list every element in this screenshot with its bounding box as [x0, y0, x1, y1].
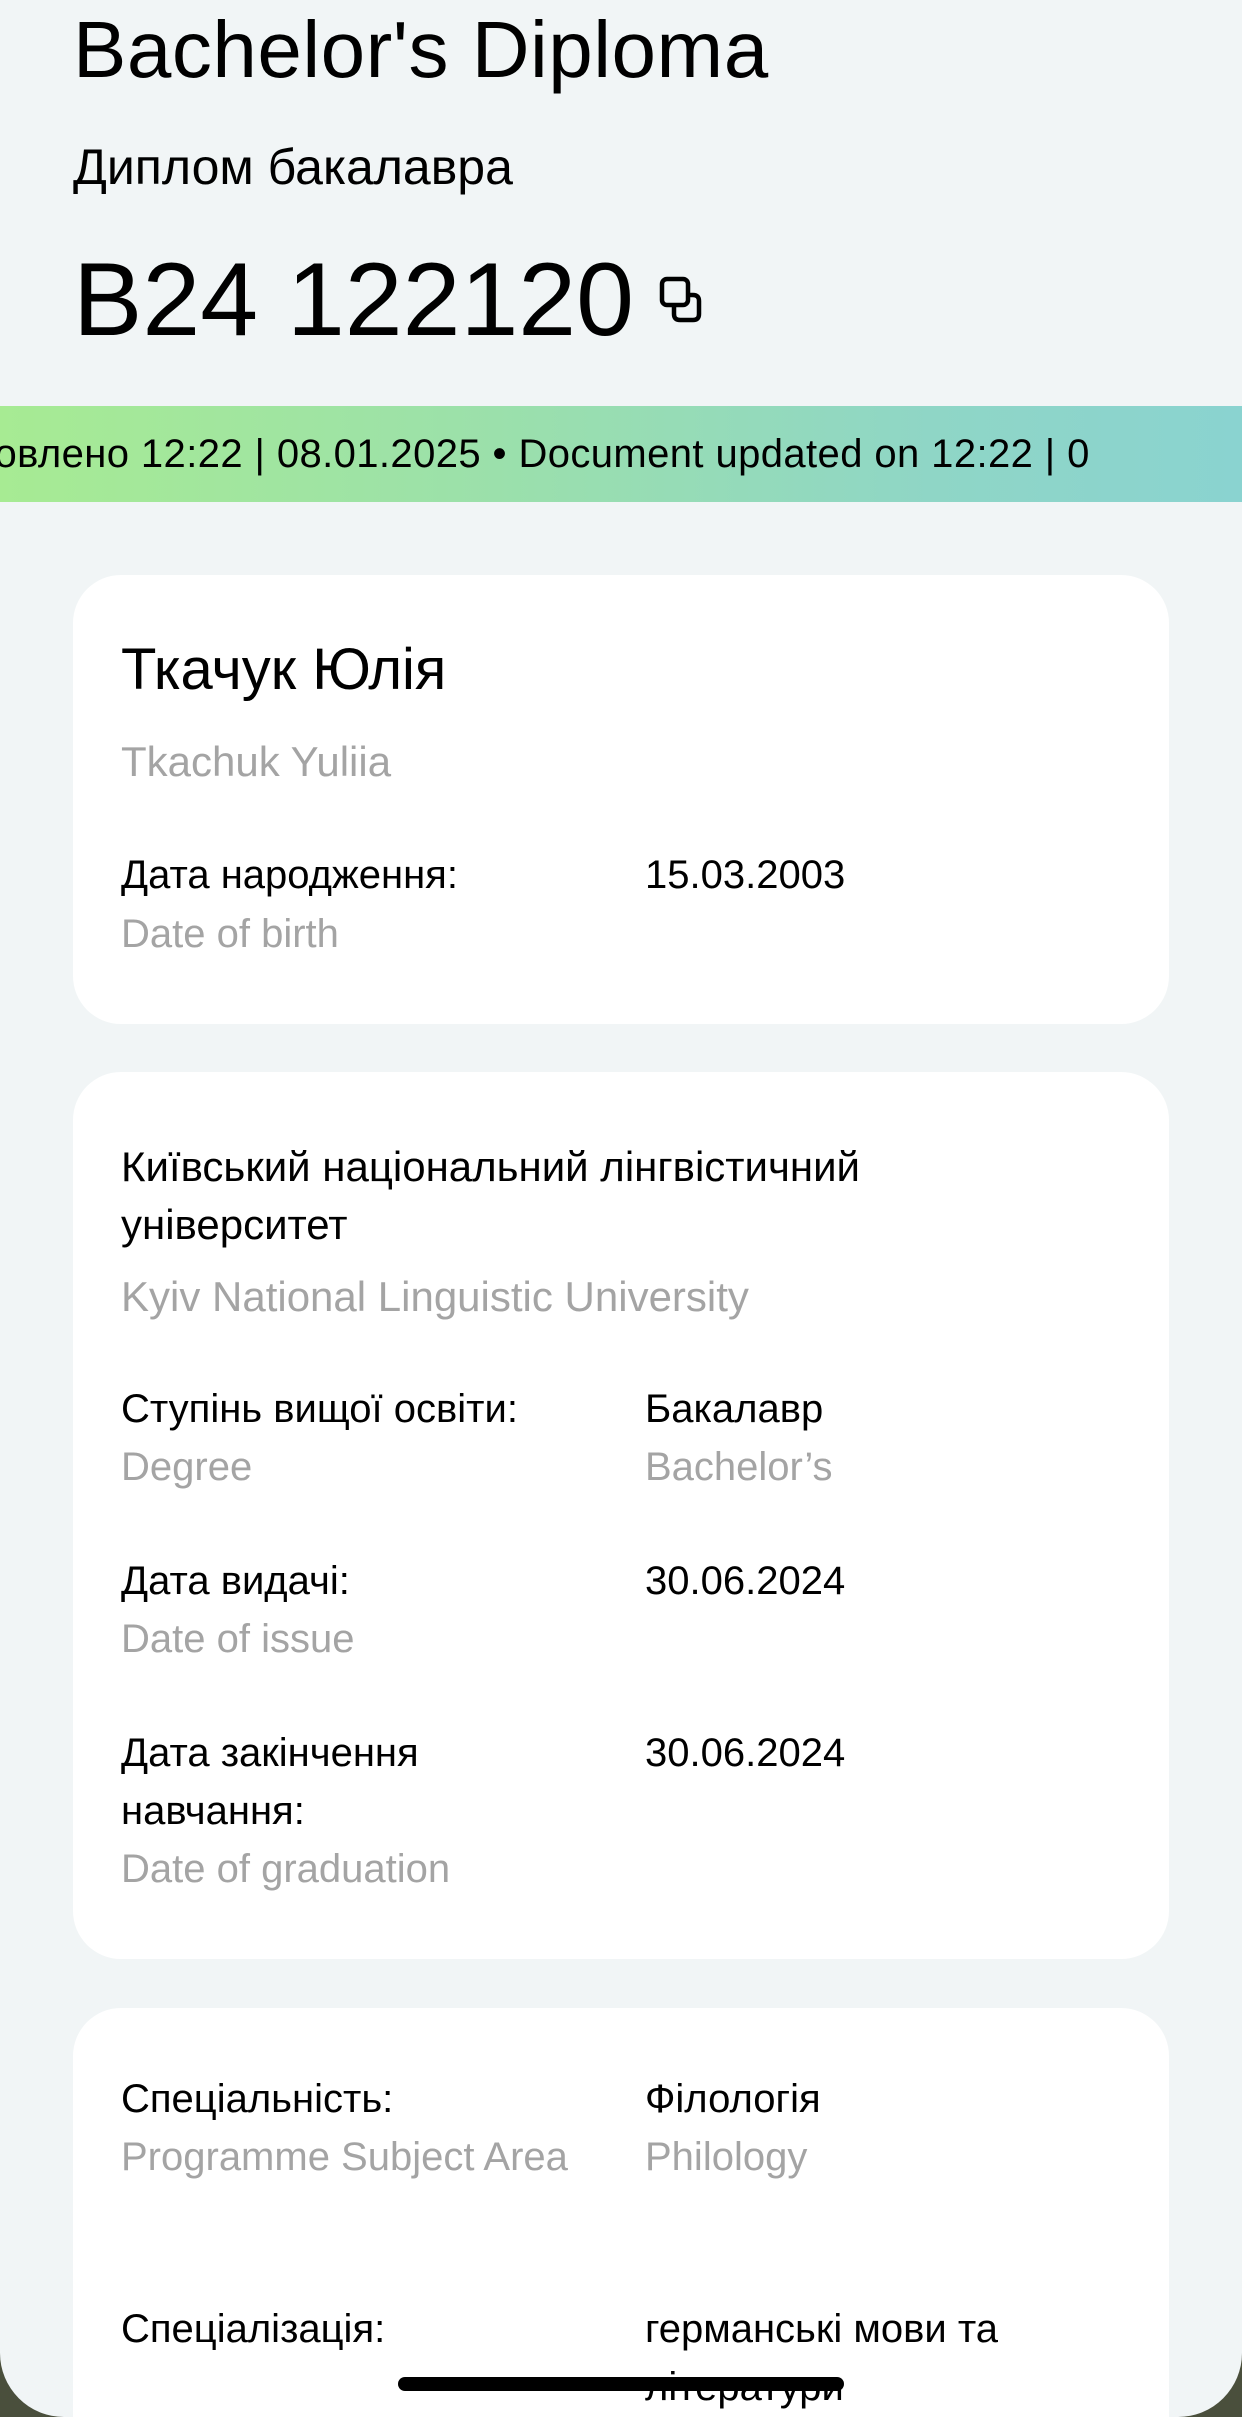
university-name-en: Kyiv National Linguistic University: [121, 1273, 749, 1320]
dob-label-en: Date of birth: [121, 912, 339, 956]
subject-value-en: Philology: [645, 2135, 808, 2179]
page-subtitle: Диплом бакалавра: [73, 139, 513, 195]
page-title: Bachelor's Diploma: [73, 5, 769, 94]
dob-value: 15.03.2003: [645, 853, 846, 897]
holder-card: Ткачук Юлія Tkachuk Yuliia Дата народжен…: [73, 575, 1169, 1024]
subject-label: Спеціальність:: [121, 2077, 394, 2121]
education-card: Київський національний лінгвістичний уні…: [73, 1072, 1169, 1959]
specialization-label: Спеціалізація:: [121, 2307, 386, 2351]
subject-value: Філологія: [645, 2077, 821, 2121]
diploma-screen: Bachelor's Diploma Диплом бакалавра B24 …: [0, 0, 1242, 2417]
specialization-value: германські мови та літератури: [645, 2307, 998, 2409]
holder-name: Ткачук Юлія: [121, 637, 447, 702]
update-status-text: новлено 12:22 | 08.01.2025 • Document up…: [0, 432, 1090, 476]
holder-name-latin: Tkachuk Yuliia: [121, 738, 392, 785]
graduation-date-value: 30.06.2024: [645, 1731, 846, 1775]
dob-label: Дата народження:: [121, 853, 458, 897]
degree-value: Бакалавр: [645, 1387, 824, 1431]
specialty-card: Спеціальність: Programme Subject Area Фі…: [73, 2008, 1169, 2417]
subject-label-en: Programme Subject Area: [121, 2135, 568, 2179]
copy-number-button[interactable]: [650, 270, 710, 330]
issue-date-label-en: Date of issue: [121, 1617, 355, 1661]
update-status-ticker: новлено 12:22 | 08.01.2025 • Document up…: [0, 406, 1242, 502]
copy-icon: [659, 276, 702, 323]
degree-value-en: Bachelor’s: [645, 1445, 833, 1489]
degree-label: Ступінь вищої освіти:: [121, 1387, 518, 1431]
university-name: Київський національний лінгвістичний уні…: [121, 1143, 860, 1248]
document-number: B24 122120: [73, 242, 634, 358]
degree-label-en: Degree: [121, 1445, 253, 1489]
graduation-date-label-en: Date of graduation: [121, 1847, 451, 1891]
issue-date-label: Дата видачі:: [121, 1559, 350, 1603]
home-indicator[interactable]: [398, 2377, 844, 2391]
graduation-date-label: Дата закінчення навчання:: [121, 1731, 419, 1833]
issue-date-value: 30.06.2024: [645, 1559, 846, 1603]
